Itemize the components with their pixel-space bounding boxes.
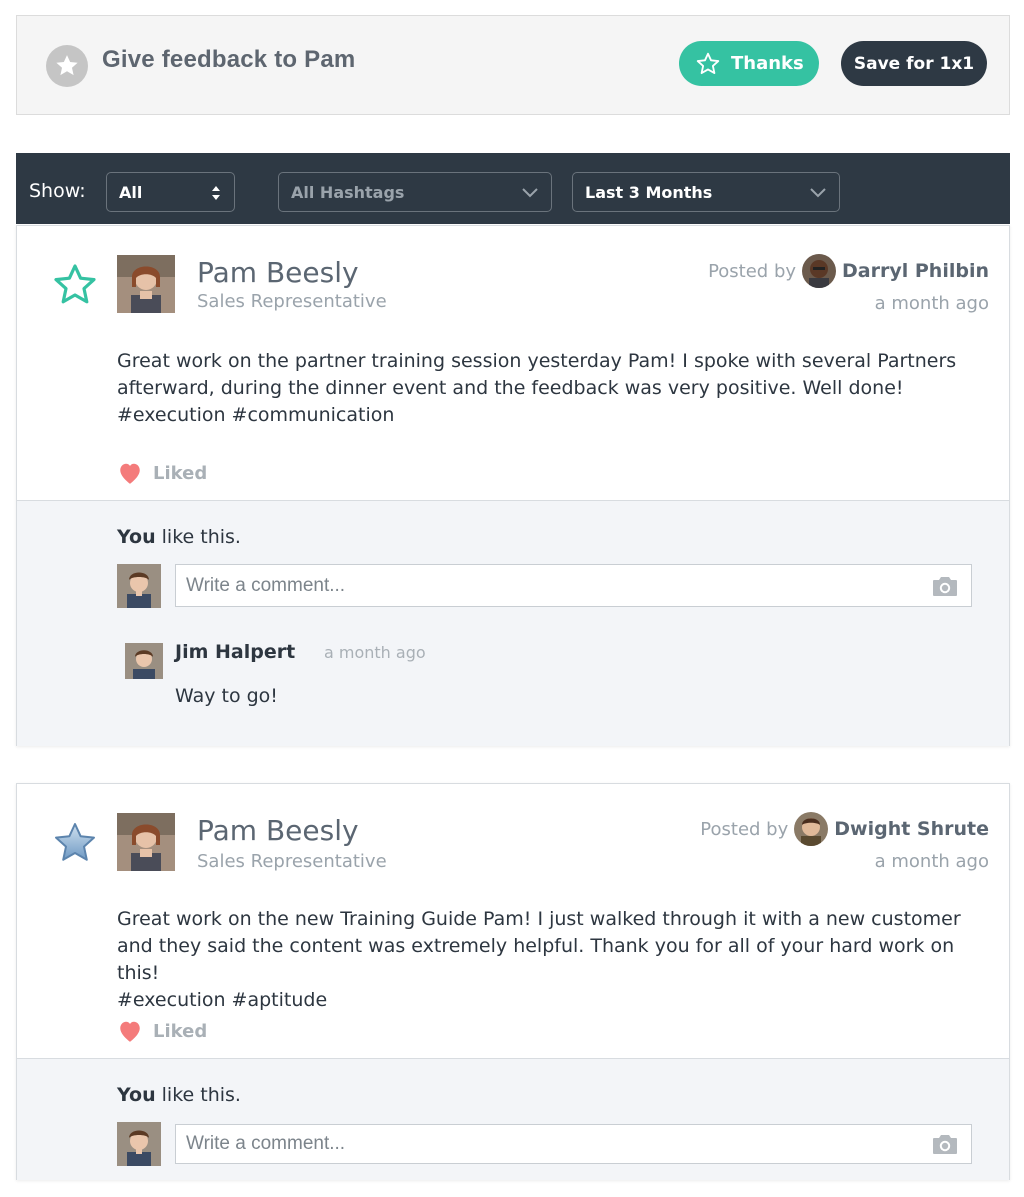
heart-icon xyxy=(120,1021,140,1042)
like-label: Liked xyxy=(153,462,208,484)
comment-input[interactable] xyxy=(175,564,972,607)
like-button[interactable]: Liked xyxy=(117,1019,207,1043)
star-filled-icon[interactable] xyxy=(51,819,99,867)
posted-by-label: Posted by xyxy=(700,818,789,840)
posted-by: Posted by Dwight Shrute xyxy=(700,812,989,846)
like-summary-you: You xyxy=(117,526,156,548)
author-role: Sales Representative xyxy=(197,851,387,872)
comment-section: You like this. xyxy=(17,1058,1009,1180)
avatar xyxy=(117,813,175,871)
feedback-card: Pam Beesly Sales Representative Posted b… xyxy=(16,783,1010,1180)
author-name[interactable]: Pam Beesly xyxy=(197,256,359,289)
post-body: Great work on the partner training sessi… xyxy=(117,348,997,429)
show-label: Show: xyxy=(29,180,86,202)
star-badge-icon xyxy=(46,45,88,87)
avatar xyxy=(125,643,163,679)
avatar xyxy=(117,255,175,313)
camera-icon[interactable] xyxy=(931,574,959,598)
post-time: a month ago xyxy=(874,851,989,872)
star-outline-icon xyxy=(696,52,720,74)
posted-by: Posted by Darryl Philbin xyxy=(708,254,989,288)
chevron-down-icon xyxy=(522,188,538,198)
star-outline-icon[interactable] xyxy=(51,261,99,309)
chevron-down-icon xyxy=(810,188,826,198)
poster-avatar xyxy=(794,812,829,846)
like-summary: You like this. xyxy=(117,526,241,548)
post-time: a month ago xyxy=(874,293,989,314)
comment-input[interactable] xyxy=(175,1124,972,1164)
camera-icon[interactable] xyxy=(931,1132,959,1156)
like-button[interactable]: Liked xyxy=(117,461,207,485)
avatar xyxy=(117,1122,161,1166)
comment-section: You like this. Jim Halpert a month ago W… xyxy=(17,500,1009,746)
feedback-card: Pam Beesly Sales Representative Posted b… xyxy=(16,225,1010,746)
period-select-value: Last 3 Months xyxy=(585,182,713,202)
comment-text: Way to go! xyxy=(175,685,278,707)
avatar xyxy=(117,564,161,608)
heart-icon xyxy=(120,463,140,484)
updown-arrows-icon xyxy=(212,186,220,200)
poster-avatar xyxy=(802,254,837,288)
like-summary-you: You xyxy=(117,1084,156,1106)
show-select-value: All xyxy=(119,182,143,202)
feedback-header: Give feedback to Pam Thanks Save for 1x1 xyxy=(16,15,1010,115)
author-role: Sales Representative xyxy=(197,291,387,312)
comment-time: a month ago xyxy=(324,643,426,662)
comment-author[interactable]: Jim Halpert xyxy=(175,641,295,663)
save-for-1x1-button[interactable]: Save for 1x1 xyxy=(841,41,987,86)
show-select[interactable]: All xyxy=(106,172,235,212)
hashtags-select-value: All Hashtags xyxy=(291,182,405,202)
page-title: Give feedback to Pam xyxy=(102,46,356,73)
posted-by-label: Posted by xyxy=(708,260,797,282)
post-body-text: Great work on the new Training Guide Pam… xyxy=(117,908,961,984)
author-name[interactable]: Pam Beesly xyxy=(197,814,359,847)
period-select[interactable]: Last 3 Months xyxy=(572,172,840,212)
poster-name[interactable]: Dwight Shrute xyxy=(834,818,989,840)
post-body: Great work on the new Training Guide Pam… xyxy=(117,906,997,1014)
like-label: Liked xyxy=(153,1020,208,1042)
post-body-text: Great work on the partner training sessi… xyxy=(117,350,957,399)
filter-bar: Show: All All Hashtags Last 3 Months xyxy=(16,153,1010,224)
like-summary-rest: like this. xyxy=(155,1084,241,1106)
like-summary: You like this. xyxy=(117,1084,241,1106)
post-hashtags: #execution #communication xyxy=(117,404,395,426)
poster-name[interactable]: Darryl Philbin xyxy=(842,260,989,282)
thanks-label: Thanks xyxy=(731,53,804,74)
thanks-button[interactable]: Thanks xyxy=(679,41,819,86)
post-hashtags: #execution #aptitude xyxy=(117,989,328,1011)
like-summary-rest: like this. xyxy=(155,526,241,548)
hashtags-select[interactable]: All Hashtags xyxy=(278,172,552,212)
